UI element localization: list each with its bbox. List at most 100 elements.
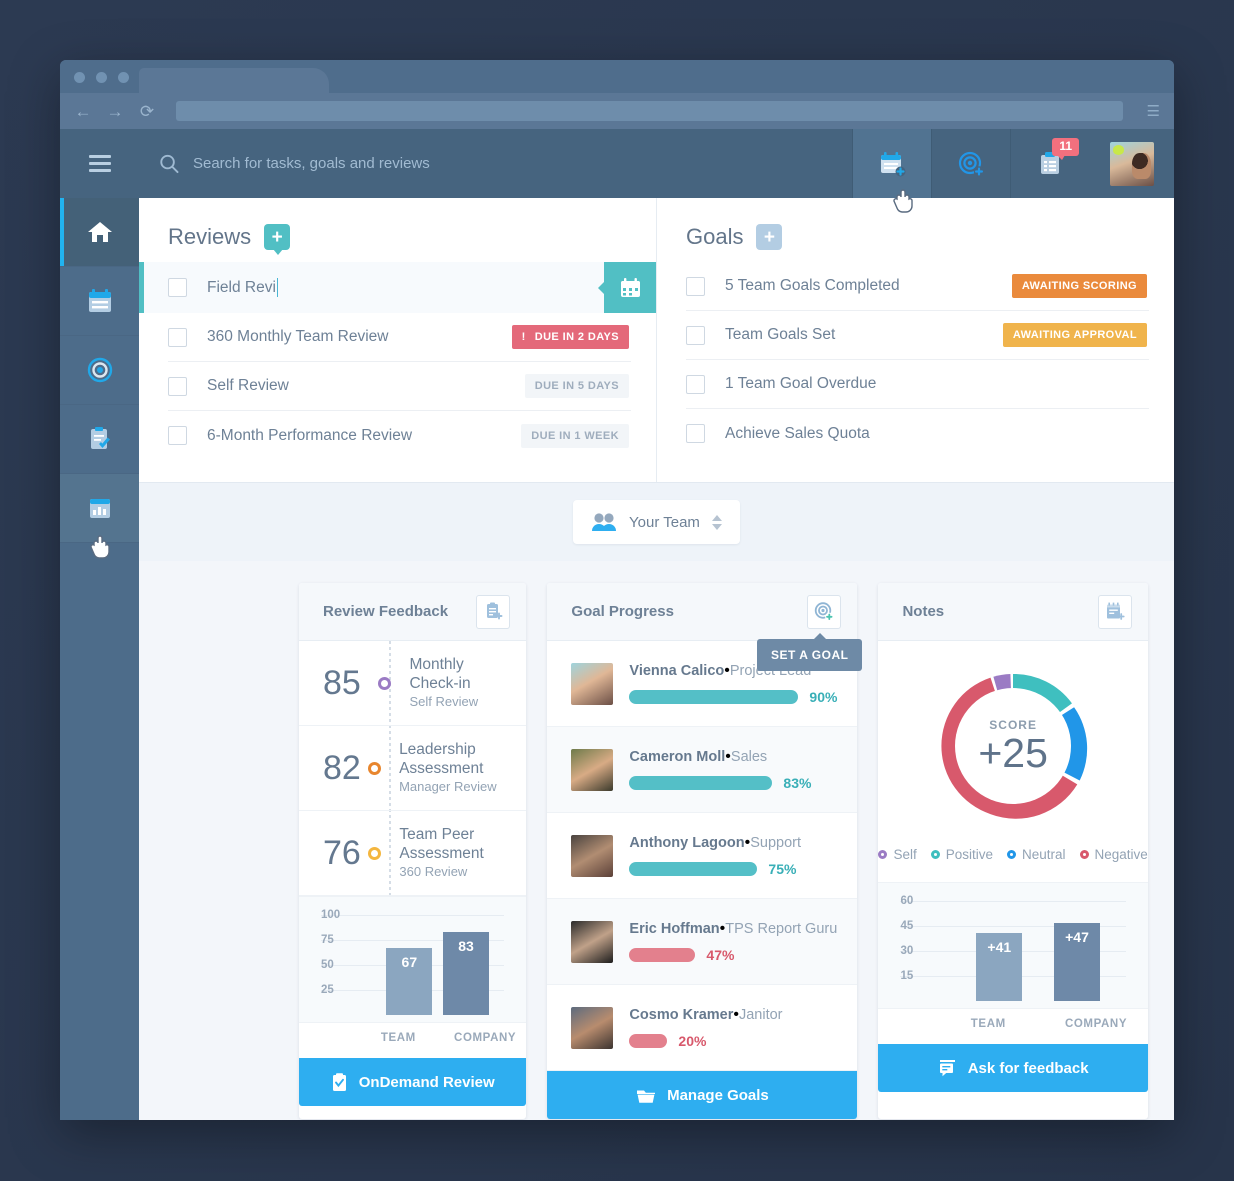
reload-icon[interactable]: ⟳ (138, 103, 156, 120)
maximize-window-button[interactable] (118, 72, 129, 83)
review-row-editing[interactable]: Field Revi (139, 262, 656, 313)
review-row[interactable]: Self Review DUE IN 5 DAYS (168, 362, 631, 411)
address-bar[interactable] (176, 101, 1123, 121)
legend-dot-icon (1079, 850, 1089, 859)
window-controls[interactable] (74, 72, 129, 83)
ask-for-feedback-button[interactable]: Ask for feedback (878, 1044, 1148, 1092)
review-checkbox[interactable] (168, 376, 187, 396)
goal-progress-row[interactable]: Cosmo Kramer•Janitor 20% (547, 985, 858, 1071)
sidebar-item-home[interactable] (60, 198, 139, 267)
goal-status-badge: AWAITING SCORING (1011, 274, 1147, 298)
goal-row[interactable]: Achieve Sales Quota (686, 409, 1149, 458)
goal-label: Team Goals Set (725, 326, 836, 343)
feedback-row[interactable]: 85 Monthly Check-in Self Review (299, 641, 527, 726)
review-checkbox[interactable] (168, 426, 187, 445)
up-down-stepper-icon[interactable] (711, 514, 722, 530)
set-a-goal-button[interactable] (807, 594, 842, 629)
forward-arrow-icon[interactable]: → (106, 103, 124, 120)
note-add-icon (1106, 602, 1125, 620)
goal-checkbox[interactable] (686, 325, 705, 345)
add-note-button[interactable] (1097, 594, 1132, 629)
feedback-subtitle: 360 Review (399, 864, 468, 880)
add-goal-icon[interactable]: + (756, 224, 783, 250)
browser-menu-icon[interactable]: ☰ (1137, 102, 1160, 120)
progress-value: 20% (678, 1033, 707, 1049)
bar-value: 83 (458, 938, 474, 954)
cards-row: Review Feedback 85 Monthly Check-in Self… (139, 561, 1174, 1119)
legend-item-negative[interactable]: Negative (1079, 847, 1148, 862)
x-tick: COMPANY (454, 1032, 517, 1044)
reviews-panel: Reviews + Field Revi 360 Monthly Team Re… (139, 198, 657, 482)
sidebar-menu-toggle[interactable] (60, 129, 139, 198)
bar-company: +47 (1053, 923, 1100, 1001)
manage-goals-button[interactable]: Manage Goals (547, 1071, 858, 1119)
legend-label: Positive (945, 847, 993, 862)
search-container[interactable] (139, 129, 852, 198)
legend-item-self[interactable]: Self (878, 847, 917, 862)
add-review-button[interactable] (852, 129, 931, 198)
goal-row[interactable]: 5 Team Goals Completed AWAITING SCORING (686, 262, 1149, 311)
user-menu[interactable] (1089, 129, 1174, 198)
team-selector[interactable]: Your Team (573, 500, 740, 544)
ondemand-review-button[interactable]: OnDemand Review (299, 1058, 527, 1106)
search-icon (160, 154, 179, 174)
progress-bar (629, 776, 773, 790)
eric-avatar (571, 920, 614, 963)
x-tick: COMPANY (1064, 1018, 1128, 1030)
feedback-marker-icon (368, 761, 382, 775)
goal-checkbox[interactable] (686, 276, 705, 296)
sidebar-item-tasks[interactable] (60, 405, 139, 474)
review-label: 360 Monthly Team Review (207, 328, 389, 345)
goal-row[interactable]: 1 Team Goal Overdue (686, 360, 1149, 409)
alert-icon: ! (521, 331, 526, 343)
review-row[interactable]: 360 Monthly Team Review ! DUE IN 2 DAYS (168, 313, 631, 362)
legend-item-positive[interactable]: Positive (930, 847, 993, 862)
close-window-button[interactable] (74, 72, 85, 83)
team-selector-label: Your Team (629, 513, 700, 531)
review-checkbox[interactable] (168, 327, 187, 347)
goal-progress-row[interactable]: Cameron Moll•Sales 83% (547, 727, 858, 813)
goal-row[interactable]: Team Goals Set AWAITING APPROVAL (686, 311, 1149, 360)
review-checkbox[interactable] (168, 278, 187, 297)
goals-title: Goals (686, 224, 744, 249)
notifications-button[interactable]: 11 (1010, 129, 1089, 198)
feedback-row[interactable]: 82 Leadership Assessment Manager Review (299, 726, 527, 811)
feedback-score: 76 (323, 833, 361, 872)
browser-toolbar: ← → ⟳ ☰ (60, 93, 1174, 129)
search-input[interactable] (192, 155, 852, 172)
legend-dot-icon (878, 850, 888, 859)
add-review-feedback-button[interactable] (476, 594, 511, 629)
x-tick: TEAM (970, 1018, 1006, 1030)
feedback-score: 85 (323, 663, 361, 702)
team-selector-band: Your Team (139, 482, 1174, 561)
feedback-row[interactable]: 76 Team Peer Assessment 360 Review (299, 811, 527, 896)
notes-chart-xlabels: TEAM COMPANY (878, 1008, 1148, 1044)
legend-item-neutral[interactable]: Neutral (1007, 847, 1066, 862)
set-goal-button[interactable] (931, 129, 1010, 198)
goal-progress-row[interactable]: Eric Hoffman•TPS Report Guru 47% (547, 899, 858, 985)
sidebar-item-reviews[interactable] (60, 267, 139, 336)
member-role: Support (750, 835, 801, 851)
sidebar-item-goals[interactable] (60, 336, 139, 405)
member-name: Cosmo Kramer (629, 1007, 734, 1023)
cta-label: Ask for feedback (967, 1059, 1089, 1077)
back-arrow-icon[interactable]: ← (74, 103, 92, 120)
goal-checkbox[interactable] (686, 424, 705, 443)
progress-bar (629, 862, 758, 876)
review-feedback-chart-xlabels: TEAM COMPANY (299, 1022, 527, 1058)
feedback-subtitle: Manager Review (399, 779, 497, 795)
feedback-marker-icon (378, 676, 392, 690)
notes-chart: 60 45 30 15 +41 +47 (878, 882, 1148, 1008)
goal-checkbox[interactable] (686, 374, 705, 394)
add-review-icon[interactable]: + (264, 224, 291, 255)
sidebar-item-reports[interactable] (60, 474, 139, 543)
set-a-goal-tooltip: SET A GOAL (757, 633, 863, 671)
browser-tab[interactable] (139, 68, 329, 93)
y-tick: 25 (321, 984, 334, 996)
goal-progress-row[interactable]: Anthony Lagoon•Support 75% (547, 813, 858, 899)
minimize-window-button[interactable] (96, 72, 107, 83)
review-due-badge: ! DUE IN 2 DAYS (511, 325, 629, 349)
review-date-button[interactable] (598, 262, 656, 313)
legend-dot-icon (930, 850, 940, 859)
review-row[interactable]: 6-Month Performance Review DUE IN 1 WEEK (168, 411, 631, 460)
